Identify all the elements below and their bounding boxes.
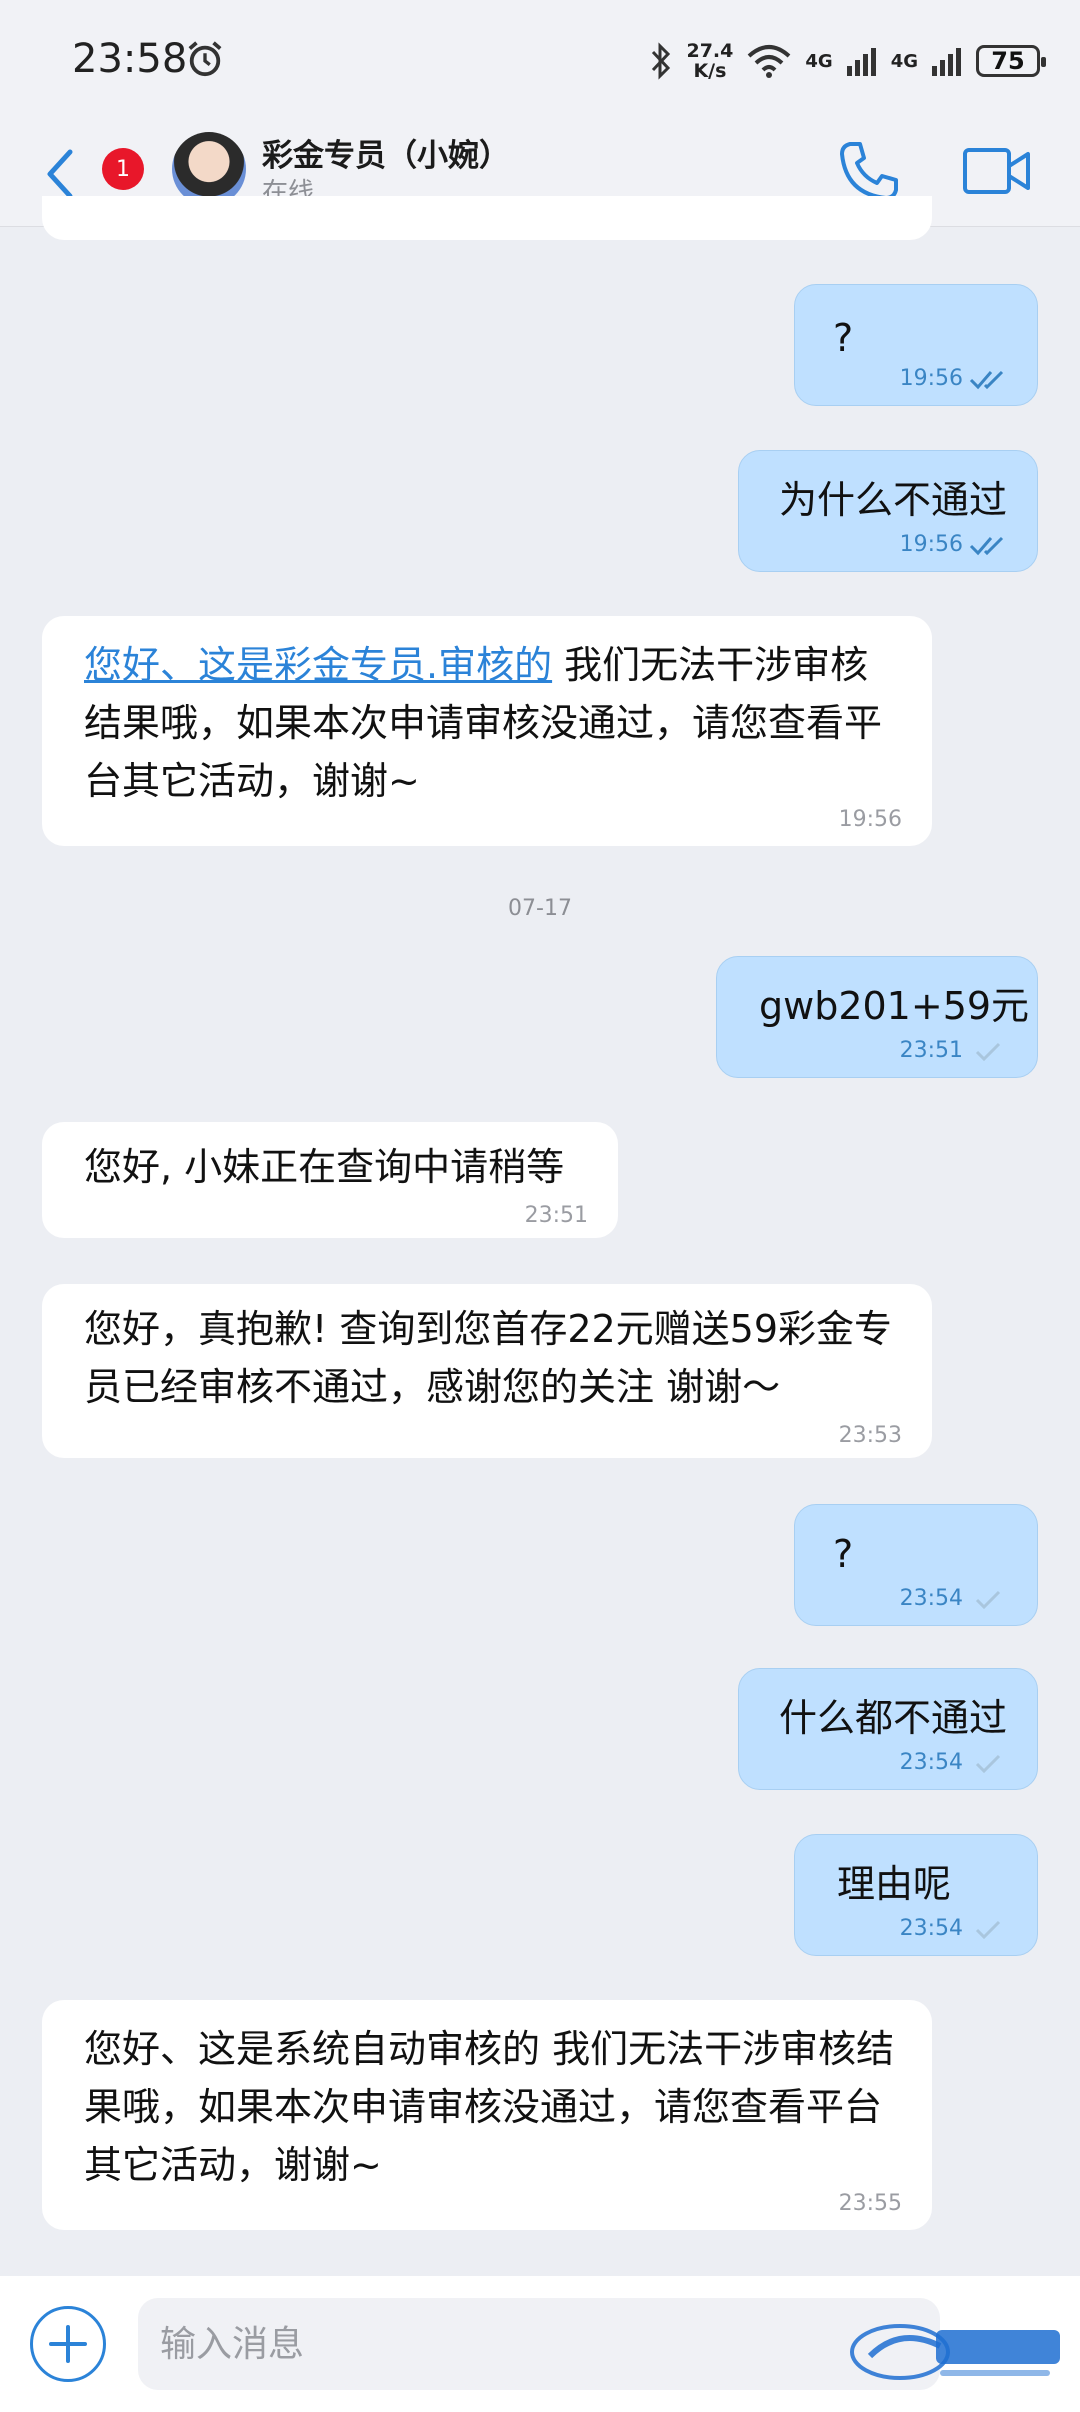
alarm-icon [188,41,222,77]
message-text: 理由呢 [837,1862,952,1906]
back-arrow-icon[interactable] [40,144,80,204]
status-bar: 23:58 27.4 K/s 4G 4G 75 [0,0,1080,126]
message-incoming[interactable]: 您好、这是系统自动审核的 我们无法干涉审核结果哦，如果本次申请审核没通过，请您查… [42,2000,932,2230]
unread-badge: 1 [102,148,144,190]
message-time: 23:53 [838,1423,902,1448]
message-text: ? [833,316,854,360]
message-incoming[interactable]: 您好、这是彩金专员.审核的 我们无法干涉审核结果哦，如果本次申请审核没通过，请您… [42,616,932,846]
signal-label-2: 4G [890,50,918,72]
message-text: ? [833,1532,854,1576]
message-text: 您好, 小妹正在查询中请稍等 [84,1145,565,1189]
message-text: 什么都不通过 [779,1696,1008,1740]
signal-icon-1 [846,48,876,76]
signal-icon-2 [932,48,961,76]
message-input[interactable] [138,2298,940,2390]
video-call-icon[interactable] [962,144,1032,198]
check-icon [975,1590,1001,1609]
watermark-logo-icon [850,2324,1060,2380]
bluetooth-icon [652,42,671,80]
message-outgoing[interactable]: ? 23:54 [794,1504,1038,1626]
message-meta: 19:56 [900,532,1007,557]
message-time: 23:51 [524,1203,588,1228]
double-check-icon [969,536,1004,555]
double-check-icon [969,370,1004,389]
message-meta: 23:54 [900,1750,1007,1775]
message-time: 23:55 [838,2191,902,2216]
message-time: 23:51 [899,1038,963,1063]
net-speed: 27.4 K/s [686,41,733,81]
message-text: 您好、这是彩金专员.审核的 我们无法干涉审核结果哦，如果本次申请审核没通过，请您… [84,636,904,810]
message-meta: 23:54 [900,1586,1007,1611]
status-time: 23:58 [72,36,188,82]
message-meta: 19:56 [839,807,902,832]
phone-icon[interactable] [836,138,902,204]
signal-label-1: 4G [805,50,833,72]
message-meta: 23:55 [839,2191,902,2216]
message-time: 19:56 [838,807,902,832]
composer-bar [0,2276,1080,2412]
message-text: 您好、这是系统自动审核的 我们无法干涉审核结果哦，如果本次申请审核没通过，请您查… [84,2027,895,2187]
check-icon [975,1920,1001,1939]
message-text: 您好，真抱歉! 查询到您首存22元赠送59彩金专员已经审核不通过，感谢您的关注 … [84,1307,893,1409]
message-meta: 23:51 [525,1203,588,1228]
check-icon [975,1042,1001,1061]
contact-name[interactable]: 彩金专员（小婉） [262,130,510,175]
date-separator: 07-17 [508,896,572,921]
add-attachment-button[interactable] [30,2306,106,2382]
message-incoming[interactable]: 您好，真抱歉! 查询到您首存22元赠送59彩金专员已经审核不通过，感谢您的关注 … [42,1284,932,1458]
net-speed-unit: K/s [693,60,727,82]
net-speed-value: 27.4 [686,40,734,62]
message-meta: 23:51 [900,1038,1007,1063]
message-bubble-cutoff [42,196,932,240]
message-time: 19:56 [899,366,963,391]
message-text: gwb201+59元 [759,984,1030,1028]
message-meta: 19:56 [900,366,1007,391]
message-text: 为什么不通过 [779,478,1008,522]
message-outgoing[interactable]: 为什么不通过 19:56 [738,450,1038,572]
message-time: 19:56 [899,532,963,557]
status-icons: 27.4 K/s 4G 4G 75 [650,36,1046,86]
message-outgoing[interactable]: gwb201+59元 23:51 [716,956,1038,1078]
plus-icon [49,2325,87,2363]
check-icon [975,1754,1001,1773]
message-outgoing[interactable]: 理由呢 23:54 [794,1834,1038,1956]
message-meta: 23:53 [839,1423,902,1448]
message-outgoing[interactable]: 什么都不通过 23:54 [738,1668,1038,1790]
wifi-icon [748,45,791,78]
message-outgoing[interactable]: ? 19:56 [794,284,1038,406]
battery-indicator: 75 [976,45,1046,77]
message-incoming[interactable]: 您好, 小妹正在查询中请稍等 23:51 [42,1122,618,1238]
avatar[interactable] [172,132,246,206]
message-time: 23:54 [899,1750,963,1775]
message-time: 23:54 [899,1586,963,1611]
message-link[interactable]: 您好、这是彩金专员.审核的 [84,643,552,687]
message-meta: 23:54 [900,1916,1007,1941]
message-time: 23:54 [899,1916,963,1941]
